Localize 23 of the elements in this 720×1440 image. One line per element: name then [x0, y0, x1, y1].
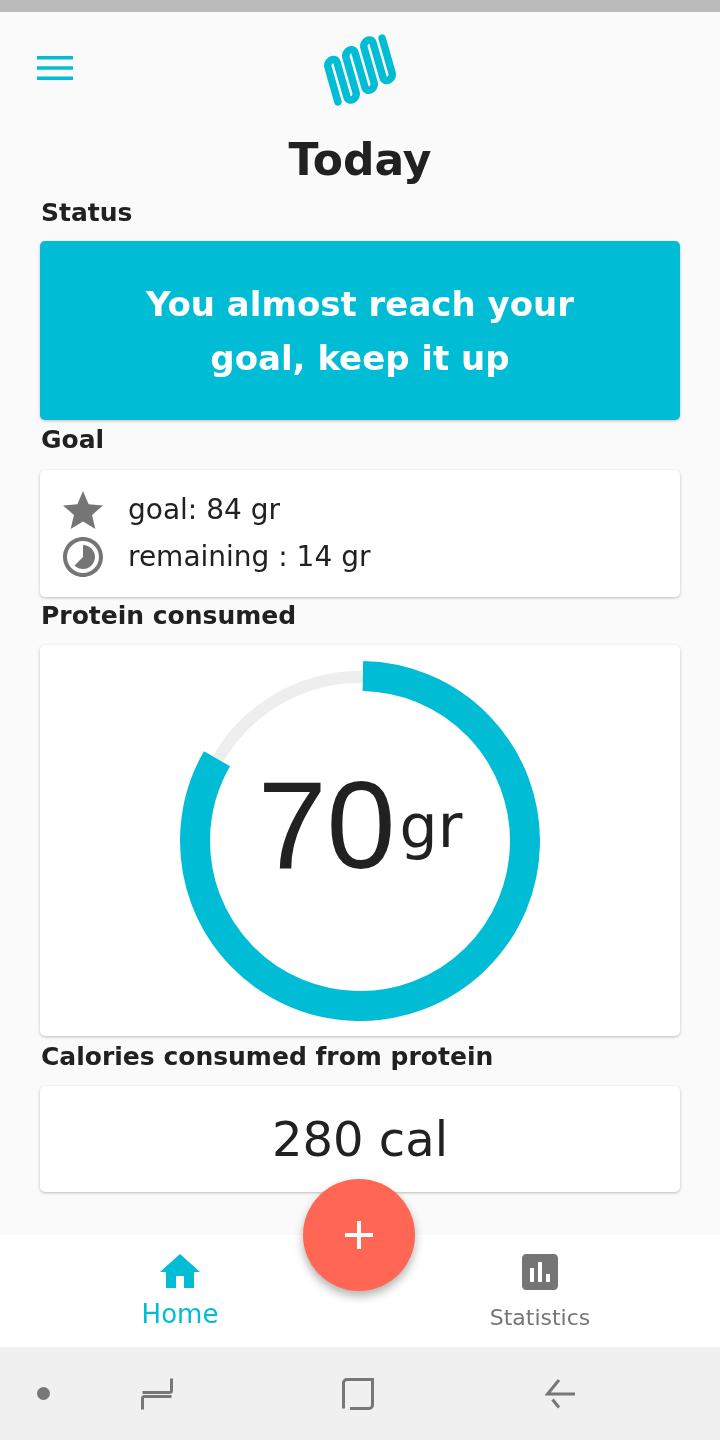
calories-value: 280 cal [272, 1110, 448, 1169]
back-icon[interactable] [545, 1377, 575, 1410]
home-icon [160, 1254, 200, 1288]
unit-label: gr [399, 790, 463, 861]
section-heading: Goal [41, 425, 105, 455]
star-icon [63, 490, 103, 530]
dot-icon[interactable] [36, 1387, 50, 1400]
recent-apps-icon[interactable] [141, 1376, 173, 1411]
menu-icon[interactable] [37, 56, 73, 80]
remaining-text: remaining : 14 gr [128, 539, 371, 575]
section-heading: Protein consumed [41, 601, 297, 631]
status-message: You almost reach your goal, keep it up [144, 282, 576, 380]
section-heading: Status [41, 198, 133, 228]
bar-chart-icon [522, 1254, 558, 1290]
logo-icon [321, 34, 399, 106]
protein-amount: 70 [257, 755, 396, 894]
add-button[interactable] [303, 1179, 415, 1291]
page-title: Today [288, 134, 432, 186]
timelapse-icon [63, 537, 103, 577]
section-heading: Calories consumed from protein [41, 1042, 494, 1072]
nav-tab[interactable]: Statistics [489, 1235, 591, 1334]
goal-text: goal: 84 gr [128, 492, 280, 528]
plus-icon [345, 1221, 373, 1249]
